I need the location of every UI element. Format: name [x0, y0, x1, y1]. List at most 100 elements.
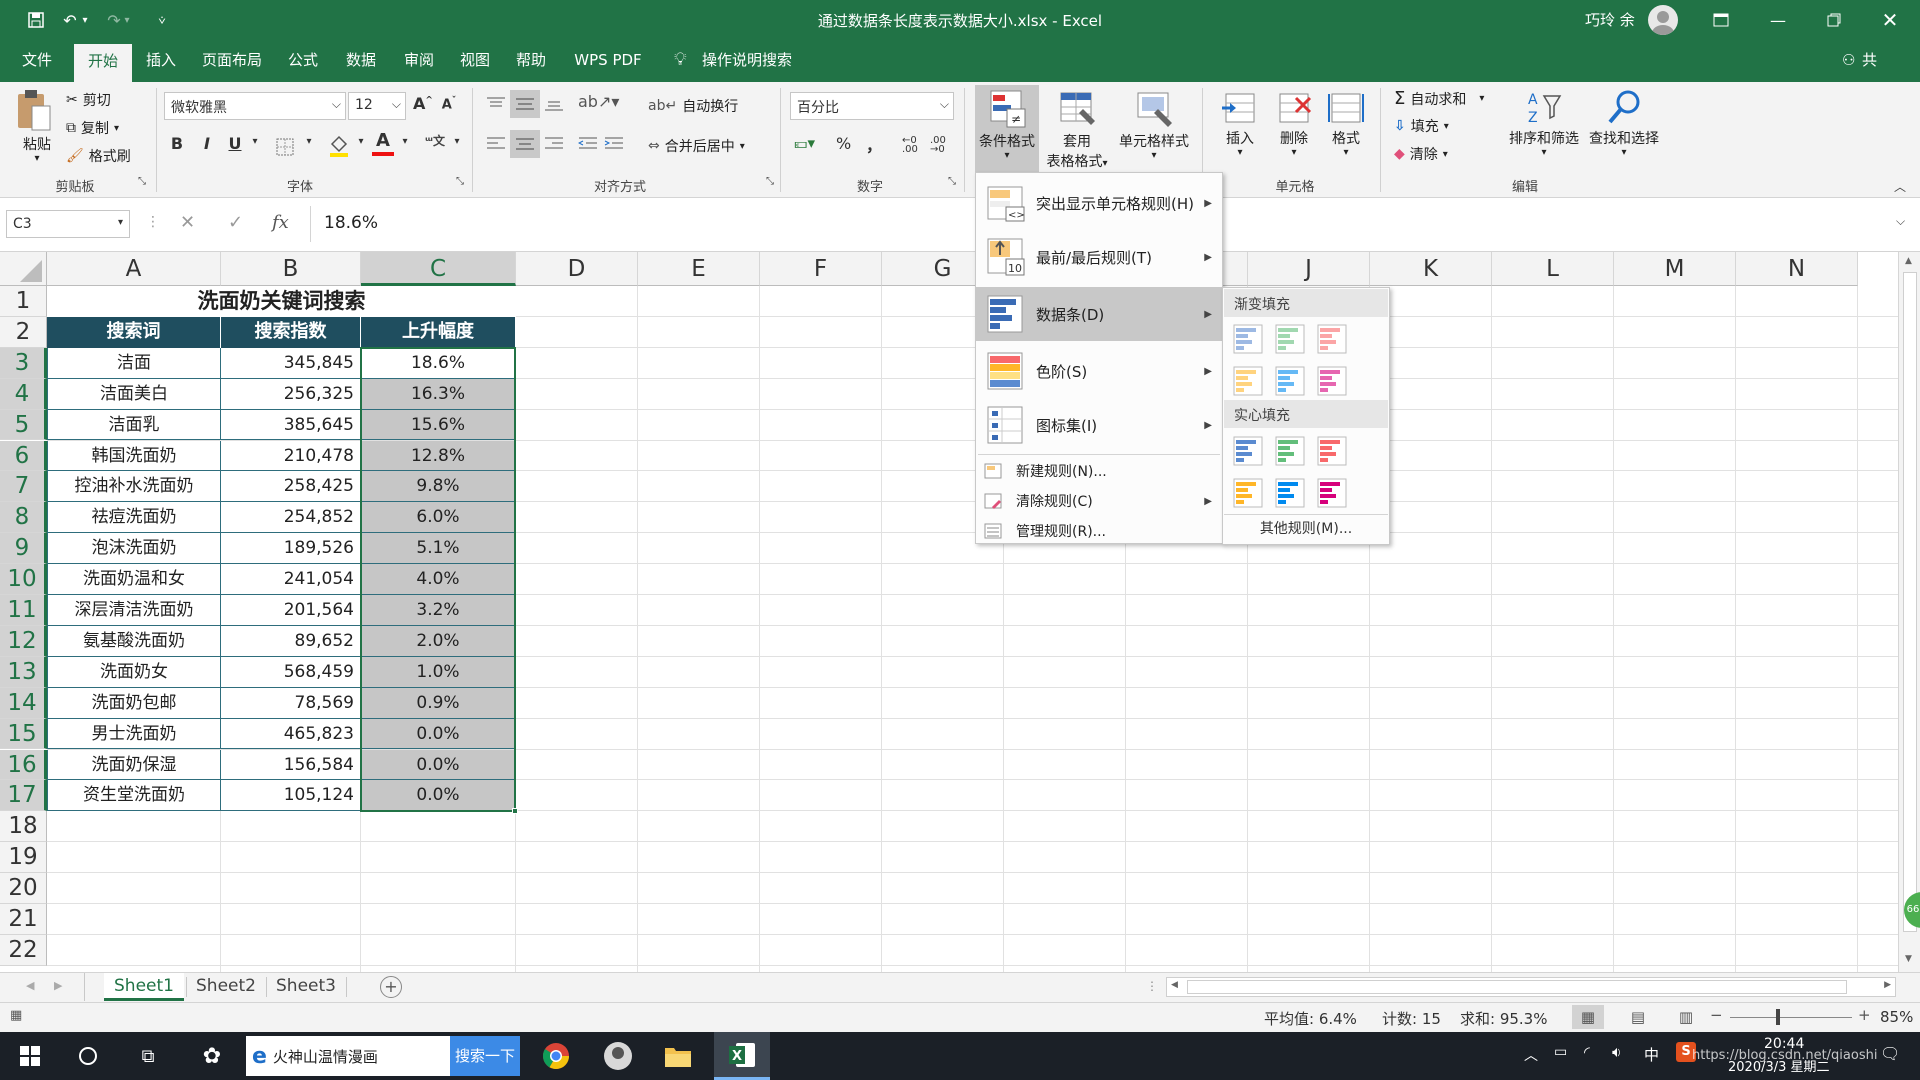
row-header-3[interactable]: 3: [0, 347, 47, 379]
user-name[interactable]: 巧玲 余: [1585, 9, 1635, 30]
gradient-data-bar-orange[interactable]: [1231, 364, 1265, 398]
menu-item-data-bars[interactable]: 数据条(D) ▶: [976, 287, 1222, 341]
column-header-d[interactable]: D: [516, 252, 638, 286]
undo-dropdown-icon[interactable]: ▾: [78, 8, 92, 32]
excel-taskbar-icon[interactable]: X: [714, 1032, 770, 1080]
zoom-slider[interactable]: [1730, 1017, 1852, 1018]
table-cell[interactable]: 156,584: [221, 749, 361, 781]
paste-button[interactable]: 粘贴 ▾: [14, 88, 60, 164]
battery-icon[interactable]: ▭: [1554, 1044, 1567, 1060]
increase-decimal-icon[interactable]: ←0.00: [902, 136, 918, 155]
font-name-combo[interactable]: 微软雅黑 ⌵: [164, 92, 346, 120]
format-cells-button[interactable]: 格式 ▾: [1320, 88, 1372, 158]
tab-page-layout[interactable]: 页面布局: [196, 40, 268, 82]
solid-data-bar-blue[interactable]: [1231, 434, 1265, 468]
row-header-12[interactable]: 12: [0, 625, 47, 657]
zoom-slider-thumb[interactable]: [1776, 1009, 1780, 1025]
decrease-decimal-icon[interactable]: .00 →0: [930, 136, 946, 155]
format-as-table-button[interactable]: 套用 表格格式▾: [1040, 85, 1114, 171]
scroll-thumb[interactable]: [1903, 272, 1917, 932]
name-box[interactable]: C3 ▾: [6, 210, 130, 238]
scroll-thumb[interactable]: [1187, 980, 1847, 994]
table-cell[interactable]: 9.8%: [361, 471, 516, 503]
decrease-indent-icon[interactable]: [578, 136, 598, 152]
table-cell[interactable]: 韩国洗面奶: [47, 440, 221, 472]
normal-view-icon[interactable]: ▦: [1572, 1005, 1604, 1029]
minimize-icon[interactable]: —: [1750, 0, 1806, 40]
tab-home[interactable]: 开始: [74, 44, 132, 82]
table-cell[interactable]: 3.2%: [361, 595, 516, 626]
tell-me-search[interactable]: 操作说明搜索: [696, 40, 806, 82]
chrome-icon[interactable]: [528, 1032, 584, 1080]
align-top-icon[interactable]: [486, 96, 506, 112]
align-left-icon[interactable]: [486, 136, 506, 152]
cortana-icon[interactable]: [60, 1032, 116, 1080]
menu-item-color-scales[interactable]: 色阶(S) ▶: [976, 345, 1222, 397]
table-cell[interactable]: 2.0%: [361, 625, 516, 657]
horizontal-scrollbar[interactable]: ◀ ▶: [1166, 977, 1896, 997]
column-header-c[interactable]: C: [361, 252, 516, 286]
align-center-button[interactable]: [510, 130, 540, 158]
menu-item-icon-sets[interactable]: 图标集(I) ▶: [976, 399, 1222, 451]
table-cell[interactable]: 5.1%: [361, 533, 516, 565]
tab-review[interactable]: 审阅: [396, 40, 442, 82]
orientation-icon[interactable]: ab↗▾: [578, 92, 619, 111]
table-cell[interactable]: 洁面乳: [47, 409, 221, 441]
table-cell[interactable]: 4.0%: [361, 564, 516, 595]
autosum-button[interactable]: Σ 自动求和 ▾: [1394, 88, 1484, 109]
ime-indicator[interactable]: 中: [1644, 1044, 1659, 1065]
fill-color-icon[interactable]: [328, 134, 350, 158]
table-cell[interactable]: 6.0%: [361, 502, 516, 534]
row-header-1[interactable]: 1: [0, 286, 47, 317]
font-launcher-icon[interactable]: ⤡: [454, 176, 466, 187]
column-header-f[interactable]: F: [760, 252, 882, 286]
row-header-9[interactable]: 9: [0, 533, 47, 565]
table-cell[interactable]: 568,459: [221, 656, 361, 688]
menu-item-new-rule[interactable]: 新建规则(N)...: [976, 457, 1222, 485]
borders-dropdown-icon[interactable]: ▾: [298, 136, 320, 147]
table-cell[interactable]: 16.3%: [361, 378, 516, 410]
cancel-icon[interactable]: ✕: [180, 212, 195, 233]
sheet-tab-sheet1[interactable]: Sheet1: [104, 973, 184, 1001]
table-cell[interactable]: 0.9%: [361, 687, 516, 719]
row-header-15[interactable]: 15: [0, 718, 47, 750]
sort-filter-button[interactable]: AZ 排序和筛选 ▾: [1504, 88, 1584, 158]
row-header-10[interactable]: 10: [0, 564, 47, 595]
table-title[interactable]: 洗面奶关键词搜索: [47, 286, 516, 317]
gradient-data-bar-purple[interactable]: [1315, 364, 1349, 398]
pinwheel-app-icon[interactable]: ✿: [184, 1032, 240, 1080]
clear-dropdown-icon[interactable]: ▾: [1443, 149, 1448, 160]
fill-dropdown-icon[interactable]: ▾: [1444, 121, 1449, 132]
align-middle-button[interactable]: [510, 90, 540, 118]
row-header-20[interactable]: 20: [0, 873, 47, 904]
table-cell[interactable]: 0.0%: [361, 718, 516, 750]
font-color-button[interactable]: A: [372, 132, 394, 156]
row-header-13[interactable]: 13: [0, 656, 47, 688]
table-cell[interactable]: 254,852: [221, 502, 361, 534]
clipboard-launcher-icon[interactable]: ⤡: [136, 176, 148, 187]
zoom-out-button[interactable]: −: [1710, 1006, 1723, 1024]
column-header-a[interactable]: A: [47, 252, 221, 286]
table-cell[interactable]: 78,569: [221, 687, 361, 719]
copy-button[interactable]: ⧉ 复制 ▾: [66, 118, 119, 138]
row-header-14[interactable]: 14: [0, 687, 47, 719]
row-header-11[interactable]: 11: [0, 595, 47, 626]
column-header-k[interactable]: K: [1370, 252, 1492, 286]
table-cell[interactable]: 0.0%: [361, 780, 516, 812]
borders-icon[interactable]: [276, 138, 294, 156]
table-cell[interactable]: 201,564: [221, 595, 361, 626]
table-cell[interactable]: 18.6%: [361, 347, 516, 379]
table-cell[interactable]: 洁面美白: [47, 378, 221, 410]
gradient-data-bar-blue[interactable]: [1231, 322, 1265, 356]
add-sheet-button[interactable]: +: [380, 976, 402, 998]
table-cell[interactable]: 洗面奶女: [47, 656, 221, 688]
table-cell[interactable]: 洗面奶包邮: [47, 687, 221, 719]
task-view-icon[interactable]: ⧉: [120, 1032, 176, 1080]
notification-center-icon[interactable]: 🗨︎: [1880, 1044, 1900, 1063]
sheet-tab-sheet3[interactable]: Sheet3: [270, 973, 342, 1001]
table-cell[interactable]: 氨基酸洗面奶: [47, 625, 221, 657]
insert-cells-button[interactable]: 插入 ▾: [1214, 88, 1266, 158]
merge-dropdown-icon[interactable]: ▾: [740, 141, 745, 152]
row-header-21[interactable]: 21: [0, 904, 47, 935]
table-cell[interactable]: 男士洗面奶: [47, 718, 221, 750]
